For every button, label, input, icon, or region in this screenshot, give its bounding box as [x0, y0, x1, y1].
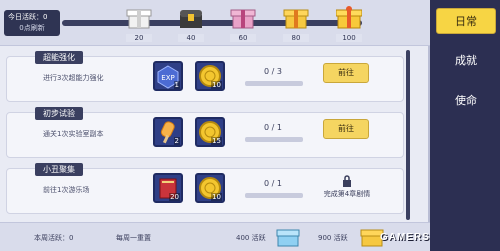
go-button[interactable]: 前往	[323, 119, 369, 139]
activity-progress-bar	[62, 20, 362, 26]
chest-80[interactable]	[283, 6, 309, 30]
pink-gift-box-icon	[230, 9, 256, 29]
go-button[interactable]: 前往	[323, 63, 369, 83]
chest-100-value: 100	[336, 34, 362, 42]
task-desc: 通关1次实验室副本	[43, 130, 104, 138]
task-row: 小丑聚集 前往1次游乐场 20 10 0 / 1 完成第4章剧情	[6, 163, 404, 214]
weekly-reset-label: 每周一重置	[116, 234, 151, 242]
chest-40[interactable]	[178, 6, 204, 30]
today-activity-label: 今日活跃：0	[8, 13, 48, 21]
chest-40-value: 40	[178, 34, 204, 42]
task-desc: 进行3次超能力强化	[43, 74, 104, 82]
task-row: 超能强化 进行3次超能力强化 EXP 1 10 0 / 3 前往	[6, 51, 404, 102]
weekly-chest-400[interactable]	[276, 226, 300, 248]
category-sidebar: 日常 成就 使命	[432, 0, 500, 251]
weekly-footer: 本周活跃：0 每周一重置 400 活跃 900 活跃	[0, 222, 430, 251]
task-row: 初步试验 通关1次实验室副本 2 15 0 / 1 前往	[6, 107, 404, 158]
task-title: 小丑聚集	[35, 163, 83, 176]
task-progress-text: 0 / 1	[264, 179, 282, 188]
locked-requirement: 完成第4章剧情	[307, 175, 387, 199]
reward-item[interactable]: 2	[153, 117, 183, 147]
today-activity-box: 今日活跃：0 0点刷新	[4, 10, 60, 36]
reward-item[interactable]: EXP 1	[153, 61, 183, 91]
chest-100[interactable]	[335, 6, 363, 30]
task-list-scrollbar[interactable]	[406, 50, 410, 220]
gamers-watermark: GAMERS	[380, 232, 430, 243]
reward-item[interactable]: 10	[195, 173, 225, 203]
task-progress-text: 0 / 1	[264, 123, 282, 132]
locked-text: 完成第4章剧情	[323, 190, 371, 198]
task-title: 初步试验	[35, 107, 83, 120]
task-desc: 前往1次游乐场	[43, 186, 90, 194]
chest-900-label: 900 活跃	[318, 234, 348, 242]
gold-big-gift-icon	[335, 6, 363, 29]
chest-400-label: 400 活跃	[236, 234, 266, 242]
reward-count: 2	[173, 137, 180, 145]
reward-count: 1	[173, 81, 180, 89]
refresh-label: 0点刷新	[19, 24, 45, 32]
reward-count: 20	[169, 193, 180, 201]
chest-60-value: 60	[230, 34, 256, 42]
reward-count: 15	[211, 137, 222, 145]
gold-gift-box-icon	[283, 9, 309, 29]
task-progress-bar	[245, 81, 303, 86]
week-activity-label: 本周活跃：0	[34, 234, 74, 242]
task-progress-bar	[245, 193, 303, 198]
reward-count: 10	[211, 193, 222, 201]
chest-60[interactable]	[230, 6, 256, 30]
gold-chest-icon	[180, 10, 202, 28]
white-gift-box-icon	[126, 9, 152, 29]
chest-80-value: 80	[283, 34, 309, 42]
tab-missions[interactable]: 使命	[436, 88, 496, 114]
blue-chest-icon	[276, 229, 300, 247]
task-list: 超能强化 进行3次超能力强化 EXP 1 10 0 / 3 前往 初步试验 通关…	[6, 50, 404, 230]
activity-header: 今日活跃：0 0点刷新 20 40 60 80 100	[0, 0, 430, 46]
tab-daily[interactable]: 日常	[436, 8, 496, 34]
lock-icon	[343, 175, 351, 187]
task-panel: 今日活跃：0 0点刷新 20 40 60 80 100 超能强化 进行3次超能力…	[0, 0, 430, 251]
reward-item[interactable]: 10	[195, 61, 225, 91]
task-progress-text: 0 / 3	[264, 67, 282, 76]
task-title: 超能强化	[35, 51, 83, 64]
reward-item[interactable]: 15	[195, 117, 225, 147]
task-progress-bar	[245, 137, 303, 142]
reward-item[interactable]: 20	[153, 173, 183, 203]
reward-count: 10	[211, 81, 222, 89]
chest-20-value: 20	[126, 34, 152, 42]
tab-achievements[interactable]: 成就	[436, 48, 496, 74]
chest-20[interactable]	[126, 6, 152, 30]
